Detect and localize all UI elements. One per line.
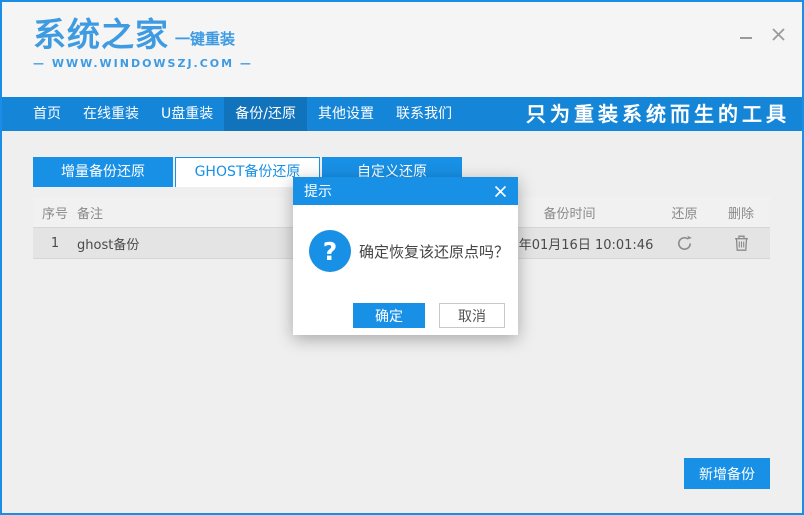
logo-subtitle: 一键重装 [175, 30, 236, 48]
main-nav: 首页 在线重装 U盘重装 备份/还原 其他设置 联系我们 只为重装系统而生的工具 [2, 97, 802, 131]
trash-icon [734, 235, 748, 251]
close-icon [771, 27, 785, 41]
logo-title: 系统之家 [33, 15, 169, 54]
minimize-icon [740, 37, 752, 39]
minimize-button[interactable] [736, 24, 756, 44]
nav-slogan: 只为重装系统而生的工具 [526, 102, 790, 126]
refresh-icon [678, 235, 692, 250]
nav-item-contact-us[interactable]: 联系我们 [385, 97, 463, 131]
titlebar: 系统之家 一键重装 — WWW.WINDOWSZJ.COM — [2, 2, 802, 97]
window-controls [736, 24, 788, 44]
nav-item-online-reinstall[interactable]: 在线重装 [72, 97, 150, 131]
dialog-titlebar: 提示 [293, 177, 518, 205]
dialog-message: 确定恢复该还原点吗？ [359, 243, 510, 261]
dialog-title: 提示 [304, 184, 332, 200]
confirm-ok-button[interactable]: 确定 [353, 303, 425, 328]
dialog-close-button[interactable] [494, 185, 507, 198]
confirm-dialog: 提示 ? 确定恢复该还原点吗？ 确定 取消 [293, 177, 518, 335]
col-header-index: 序号 [41, 206, 68, 222]
nav-item-other-settings[interactable]: 其他设置 [307, 97, 385, 131]
question-icon: ? [309, 230, 351, 272]
nav-item-backup-restore[interactable]: 备份/还原 [224, 97, 307, 131]
close-icon [494, 185, 507, 197]
col-header-delete: 删除 [727, 206, 754, 222]
app-window: 系统之家 一键重装 — WWW.WINDOWSZJ.COM — 首页 在线重装 … [0, 0, 804, 515]
add-backup-button[interactable]: 新增备份 [684, 458, 770, 489]
nav-item-home[interactable]: 首页 [22, 97, 72, 131]
restore-button[interactable] [675, 234, 694, 253]
tab-incremental-backup-restore[interactable]: 增量备份还原 [33, 157, 173, 187]
row-index: 1 [50, 235, 60, 251]
logo-url: — WWW.WINDOWSZJ.COM — [33, 57, 253, 70]
confirm-cancel-button[interactable]: 取消 [439, 303, 505, 328]
close-button[interactable] [768, 24, 788, 44]
dialog-body: ? 确定恢复该还原点吗？ 确定 取消 [293, 205, 518, 335]
delete-button[interactable] [733, 234, 750, 253]
nav-item-usb-reinstall[interactable]: U盘重装 [150, 97, 224, 131]
col-header-restore: 还原 [671, 206, 698, 222]
app-logo: 系统之家 一键重装 — WWW.WINDOWSZJ.COM — [33, 18, 253, 70]
